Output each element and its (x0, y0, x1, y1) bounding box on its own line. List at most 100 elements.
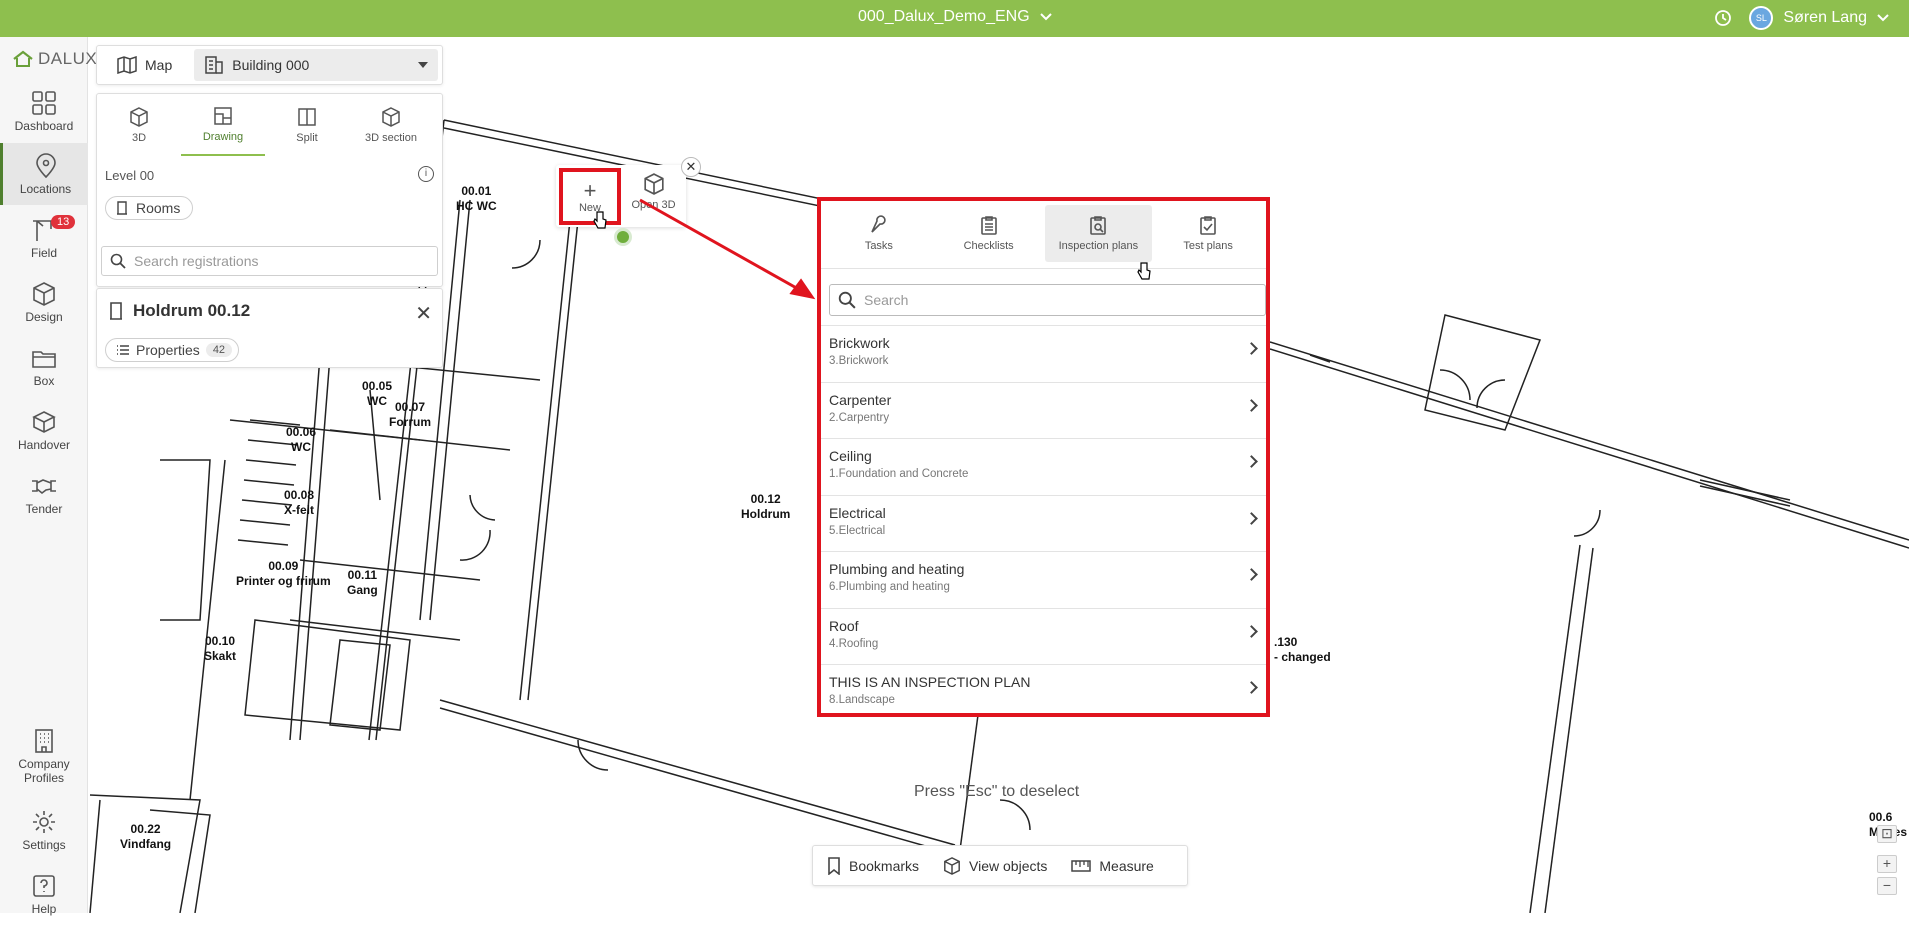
level-label: Level 00 (105, 168, 155, 183)
door-icon (110, 302, 122, 320)
folder-icon (32, 350, 56, 368)
nav-label: Settings (22, 837, 66, 852)
hand-cursor-icon (1137, 262, 1151, 280)
handshake-icon (32, 478, 56, 494)
nav-field[interactable]: 13 Field (0, 207, 88, 269)
item-subtitle: 3.Brickwork (829, 355, 889, 367)
building-icon (205, 56, 223, 74)
tab-label: Inspection plans (1058, 240, 1139, 252)
list-item[interactable]: Carpenter 2.Carpentry (821, 381, 1266, 439)
tab-split[interactable]: Split (265, 94, 349, 156)
selection-marker[interactable] (614, 228, 632, 246)
close-icon[interactable]: ✕ (415, 301, 432, 326)
map-button[interactable]: Map (101, 50, 188, 80)
view-panel: 3D Drawing Split 3D section Level 00 i R… (96, 93, 443, 287)
new-button[interactable]: + New (559, 168, 621, 225)
item-title: Roof (829, 617, 859, 634)
list-item[interactable]: Brickwork 3.Brickwork (821, 325, 1266, 382)
dalux-logo[interactable]: DALUX (12, 49, 97, 69)
nav-company-profiles[interactable]: Company Profiles (0, 720, 88, 792)
inspection-search-input[interactable]: Search (829, 284, 1266, 316)
item-subtitle: 8.Landscape (829, 694, 895, 706)
item-title: Brickwork (829, 335, 890, 351)
popup-close-icon[interactable]: ✕ (681, 157, 701, 177)
nav-settings[interactable]: Settings (0, 799, 88, 861)
building-dropdown[interactable]: Building 000 (194, 49, 438, 81)
item-title: THIS IS AN INSPECTION PLAN (829, 674, 1031, 690)
item-subtitle: 2.Carpentry (829, 411, 890, 424)
nav-help[interactable]: Help (0, 863, 88, 925)
nav-label: Locations (19, 181, 72, 196)
rooms-chip-label: Rooms (136, 200, 181, 216)
cube-icon (33, 281, 55, 306)
view-selector-bar: Map Building 000 (96, 45, 443, 85)
info-icon[interactable]: i (418, 166, 434, 182)
tab-label: 3D section (365, 131, 417, 144)
zoom-in-button[interactable]: + (1877, 855, 1897, 873)
list-item[interactable]: THIS IS AN INSPECTION PLAN 8.Landscape (821, 664, 1266, 721)
hand-cursor-icon (593, 211, 607, 229)
list-item[interactable]: Plumbing and heating 6.Plumbing and heati… (821, 551, 1266, 608)
nav-dashboard[interactable]: Dashboard (0, 80, 88, 142)
properties-chip[interactable]: Properties 42 (105, 338, 240, 362)
tab-inspection-plans[interactable]: Inspection plans (1044, 205, 1153, 262)
search-placeholder: Search registrations (134, 253, 259, 269)
room-label: 00.06 WC (286, 425, 317, 454)
history-icon[interactable] (1713, 8, 1733, 28)
project-selector[interactable]: 000_Dalux_Demo_ENG (858, 8, 1052, 26)
top-bar: 000_Dalux_Demo_ENG SL Søren Lang (0, 0, 1909, 37)
nav-label: Help (31, 901, 57, 916)
nav-box[interactable]: Box (0, 335, 88, 397)
item-subtitle: 4.Roofing (829, 637, 879, 650)
esc-hint: Press "Esc" to deselect (914, 783, 1080, 800)
measure-button[interactable]: Measure (1071, 858, 1154, 874)
dashboard-icon (32, 90, 56, 115)
room-label: 00.12 Holdrum (741, 492, 791, 521)
view-objects-label: View objects (969, 857, 1048, 874)
tab-3d-section[interactable]: 3D section (349, 94, 433, 156)
ruler-icon (1071, 859, 1092, 872)
tab-test-plans[interactable]: Test plans (1154, 205, 1262, 262)
building-icon (35, 728, 53, 753)
bookmarks-button[interactable]: Bookmarks (827, 856, 920, 875)
tab-3d[interactable]: 3D (97, 94, 181, 156)
left-nav: DALUX Dashboard Locations 13 Field Desig… (0, 37, 97, 916)
item-subtitle: 5.Electrical (829, 524, 886, 537)
nav-handover[interactable]: Handover (0, 399, 88, 461)
room-label: .130- changed (1274, 635, 1331, 664)
nav-locations[interactable]: Locations (0, 143, 88, 205)
create-panel: Tasks Checklists Inspection plans Test p… (817, 197, 1270, 717)
room-panel: Holdrum 00.12 ✕ Properties 42 (96, 288, 443, 368)
nav-label: Design (25, 309, 63, 324)
tab-tasks[interactable]: Tasks (825, 205, 933, 262)
building-label: Building 000 (232, 57, 310, 73)
floorplan-icon (214, 106, 232, 125)
room-label: 00.09 Printer og frirum (236, 559, 331, 588)
tab-checklists[interactable]: Checklists (935, 205, 1043, 262)
user-menu[interactable]: SL Søren Lang (1749, 6, 1889, 30)
house-icon (13, 50, 33, 67)
open-3d-button[interactable]: Open 3D (626, 173, 681, 211)
nav-label: Tender (25, 501, 63, 516)
project-name: 000_Dalux_Demo_ENG (858, 8, 1030, 25)
zoom-out-button[interactable]: − (1877, 877, 1897, 895)
nav-design[interactable]: Design (0, 271, 88, 333)
nav-tender[interactable]: Tender (0, 463, 88, 525)
bookmarks-label: Bookmarks (849, 857, 920, 874)
inspection-plan-list: Brickwork 3.Brickwork Carpenter 2.Carpentr… (821, 325, 1266, 721)
box-open-icon (32, 410, 56, 433)
list-item[interactable]: Ceiling 1.Foundation and Concrete (821, 438, 1266, 495)
list-item[interactable]: Roof 4.Roofing (821, 607, 1266, 665)
cube-icon (130, 106, 148, 127)
nav-label: Handover (17, 437, 71, 452)
list-item[interactable]: Electrical 5.Electrical (821, 494, 1266, 552)
item-title: Carpenter (829, 391, 892, 408)
nav-label: Field (30, 245, 57, 260)
item-subtitle: 6.Plumbing and heating (829, 581, 950, 593)
rooms-chip[interactable]: Rooms (105, 196, 194, 220)
tab-drawing[interactable]: Drawing (181, 94, 265, 156)
search-registrations-input[interactable]: Search registrations (101, 246, 438, 276)
view-objects-button[interactable]: View objects (943, 856, 1048, 875)
room-label: 00.05 WC (362, 379, 393, 408)
fit-view-button[interactable]: ⊡ (1877, 825, 1897, 843)
